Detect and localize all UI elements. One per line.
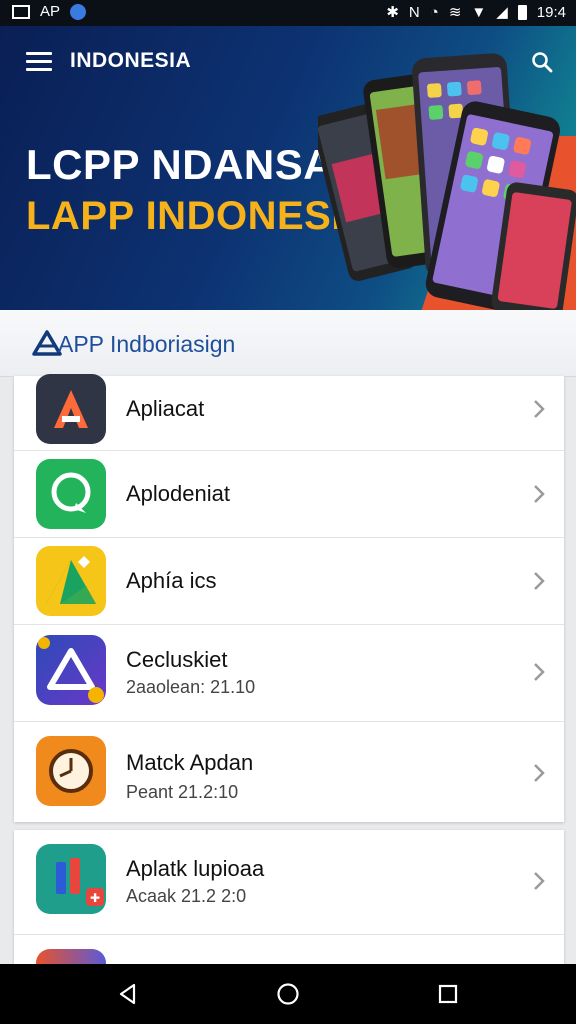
app-title: Apliacat [126,396,205,421]
hamburger-menu-icon[interactable] [26,52,52,72]
drive-triangle-icon [36,546,106,616]
signal-icon: ◢ [496,4,508,21]
app-subtitle: Acaak 21.2 2:0 [126,886,247,906]
list-item[interactable]: Aplodeniat [14,451,564,538]
a-letter-icon [36,374,106,444]
chevron-right-icon [534,764,545,782]
app-title: Matck Apdan [126,750,254,775]
recents-icon[interactable] [436,982,460,1006]
app-title: Aphía ics [126,568,217,593]
system-navigation-bar [0,964,576,1024]
music-app-icon: ✚ [36,844,106,914]
list-item[interactable]: Apliacat [14,374,564,451]
section-title: APP Indboriasign [58,331,236,357]
status-bar: AP ✱ N ◔ ≋ ▼ ◢ 19:4 [0,0,576,26]
wifi-icon: ▼ [471,3,487,21]
triangle-app-icon [36,635,106,705]
app-list-card: Apliacat Aplodeniat Aphía ics Cecluskiet… [14,374,564,822]
app-notification-icon [70,3,87,20]
list-item[interactable]: ✚ Aplatk lupioaa Acaak 21.2 2:0 [14,830,564,935]
vibrate-icon: ≋ [448,4,462,21]
chevron-right-icon [534,400,545,418]
gallery-notification-icon [12,4,30,19]
battery-icon [517,4,527,20]
hero-headline: LCPP NDANSA [26,141,335,188]
back-icon[interactable] [116,982,140,1006]
bluetooth-icon: ✱ [386,4,399,21]
home-icon[interactable] [276,982,300,1006]
app-title: Aplodeniat [126,481,230,506]
app-subtitle: Peant 21.2:10 [126,782,239,802]
phones-illustration [318,53,576,310]
chevron-right-icon [534,663,545,681]
app-subtitle: 2aaolean: 21.10 [126,677,256,697]
status-left-text: AP [40,3,61,20]
list-item[interactable]: Aphía ics [14,538,564,625]
svg-text:✚: ✚ [90,891,100,905]
chevron-right-icon [534,872,545,890]
app-title: Aplatk lupioaa [126,856,265,881]
chat-bubble-icon [36,459,106,529]
nfc-icon: N [408,3,420,21]
list-item[interactable]: Matck Apdan Peant 21.2:10 [14,722,564,826]
alarm-icon: ◔ [429,3,439,21]
brand-title: INDONESIA [70,49,192,72]
clock: 19:4 [536,3,566,21]
chevron-right-icon [534,572,545,590]
hero-banner: INDONESIA LCPP NDANSA LAPP INDONESIA [0,26,576,310]
clock-icon [36,736,106,806]
section-header: APP Indboriasign [0,310,576,377]
chevron-right-icon [534,485,545,503]
app-title: Cecluskiet [126,647,228,672]
list-item[interactable]: Cecluskiet 2aaolean: 21.10 [14,625,564,722]
app-list-card: ✚ Aplatk lupioaa Acaak 21.2 2:0 [14,830,564,979]
